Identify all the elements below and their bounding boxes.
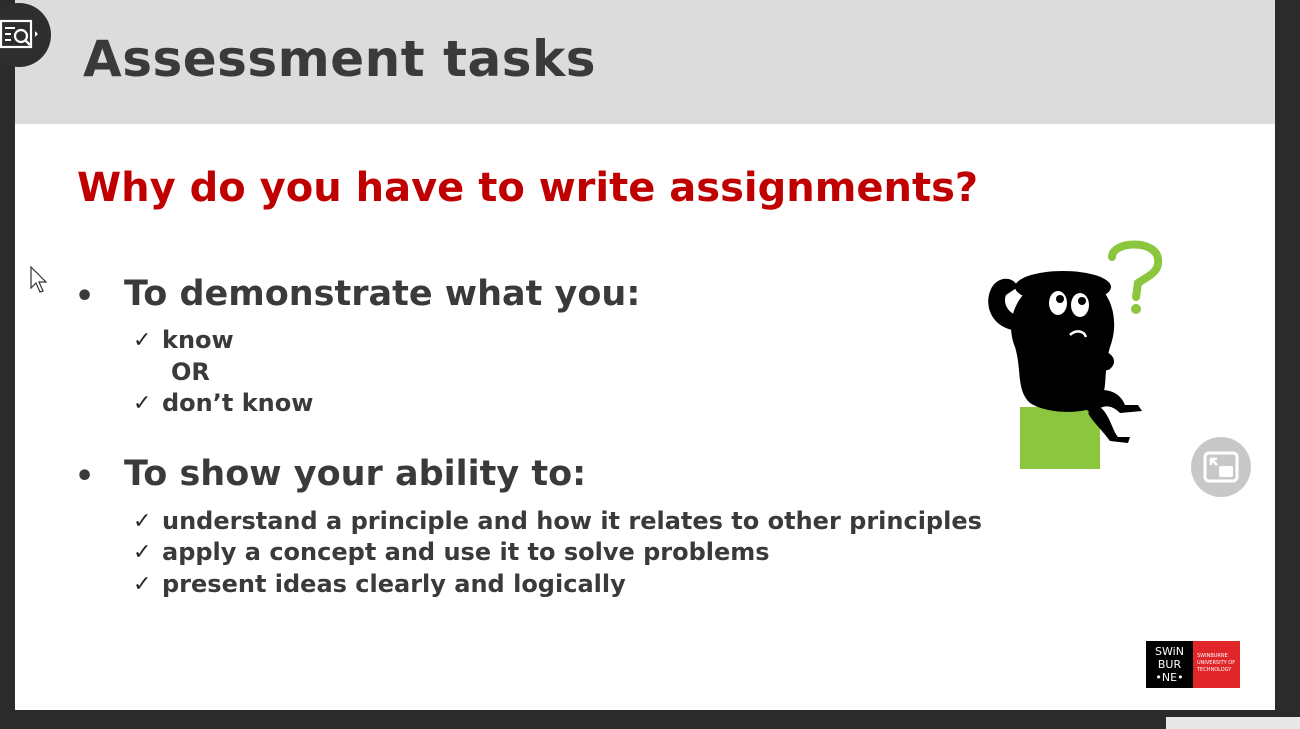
check-icon: ✓ [133, 391, 152, 416]
check-icon: ✓ [133, 509, 152, 534]
sub-item-present: present ideas clearly and logically [162, 570, 626, 598]
or-separator: OR [171, 358, 210, 386]
check-icon: ✓ [133, 572, 152, 597]
check-icon: ✓ [133, 540, 152, 565]
check-icon: ✓ [133, 328, 152, 353]
sub-item-understand: understand a principle and how it relate… [162, 507, 982, 535]
question-mark-icon [1108, 240, 1163, 314]
bullet-heading-ability: To show your ability to: [124, 454, 587, 494]
thinking-figure-illustration [988, 240, 1163, 469]
sub-item-dont-know: don’t know [162, 389, 314, 417]
title-bar: Assessment tasks [15, 0, 1275, 124]
bullet-heading-demonstrate: To demonstrate what you: [124, 274, 641, 314]
mouse-pointer-icon [30, 266, 48, 293]
bullet-mark: • [75, 279, 95, 314]
picture-in-picture-button[interactable] [1191, 437, 1251, 497]
picture-in-picture-icon [1203, 451, 1239, 483]
search-list-icon [0, 19, 38, 49]
logo-mark: SWiN BUR •NE• [1146, 641, 1193, 688]
sub-item-apply: apply a concept and use it to solve prob… [162, 538, 770, 566]
slide-question: Why do you have to write assignments? [77, 165, 979, 211]
slide-title: Assessment tasks [83, 30, 596, 88]
bullet-mark: • [75, 459, 95, 494]
logo-subtext: SWINBURNE UNIVERSITY OF TECHNOLOGY [1193, 641, 1240, 688]
sub-item-know: know [162, 326, 234, 354]
slide: Assessment tasks Why do you have to writ… [15, 0, 1275, 710]
swinburne-logo: SWiN BUR •NE• SWINBURNE UNIVERSITY OF TE… [1146, 641, 1240, 688]
green-box [1020, 407, 1100, 469]
bottom-thumbnail-strip [1166, 717, 1300, 729]
